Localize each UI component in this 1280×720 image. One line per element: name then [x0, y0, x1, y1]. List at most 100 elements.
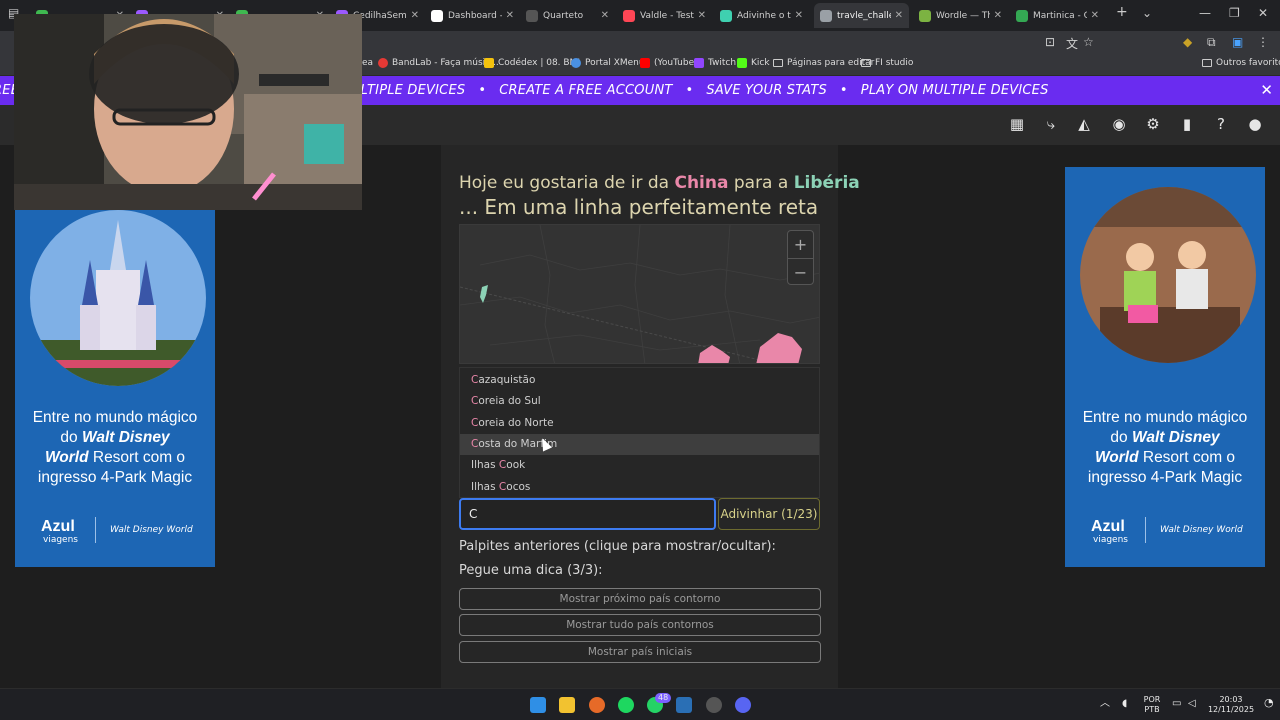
suggestion-item[interactable]: Cazaquistão [460, 370, 819, 391]
bookmark-item[interactable]: Codédex | 08. BMI [484, 58, 580, 68]
tab-close-icon[interactable]: ✕ [994, 10, 1002, 21]
bookmark-folder[interactable]: FI studio [861, 58, 913, 68]
map-zoom-control: + − [787, 230, 814, 285]
bookmark-item[interactable]: BandLab - Faça músic... [378, 58, 499, 68]
volume-icon[interactable]: ◁ [1188, 699, 1196, 709]
graduation-cap-icon[interactable]: ◭ [1075, 115, 1093, 133]
browser-tab[interactable]: Martinica - Goog ✕ [1010, 3, 1105, 28]
azul-logo: Azul [41, 518, 75, 535]
menu-icon[interactable]: ⋮ [1257, 35, 1269, 49]
codedex-icon [484, 58, 494, 68]
browser-tab[interactable]: Dashboard - Live ✕ [425, 3, 520, 28]
bookmark-item[interactable]: Portal XMenu [571, 58, 645, 68]
previous-guesses-toggle[interactable]: Palpites anteriores (clique para mostrar… [459, 539, 776, 554]
stats-icon[interactable]: ▮ [1178, 115, 1196, 133]
file-explorer-icon[interactable] [559, 697, 575, 713]
folder-icon [861, 59, 871, 67]
guess-button[interactable]: Adivinhar (1/23) [718, 498, 820, 530]
bookmark-star-icon[interactable]: ☆ [1083, 35, 1094, 49]
steam-icon[interactable] [676, 697, 692, 713]
country-guess-input[interactable] [459, 498, 716, 530]
tab-close-icon[interactable]: ✕ [506, 10, 514, 21]
browser-tab[interactable]: Valdle - Test Your ✕ [617, 3, 712, 28]
game-map[interactable] [459, 224, 820, 364]
bookmark-item[interactable]: ea [362, 58, 373, 68]
china-shape [756, 333, 802, 363]
suggestion-item[interactable]: Ilhas Cocos [460, 477, 819, 497]
tab-list-chevron-icon[interactable]: ⌄ [1142, 6, 1152, 20]
screen: ▤ ✕✕✕CedilhaSem(✕Dashboard - Live✕Quarte… [0, 0, 1280, 720]
spotify-icon[interactable] [618, 697, 634, 713]
notification-bell-icon[interactable]: ◔ [1264, 697, 1274, 708]
clock[interactable]: 20:03 12/11/2025 [1206, 695, 1256, 715]
tab-close-icon[interactable]: ✕ [698, 10, 706, 21]
extension-icon[interactable]: ◆ [1183, 35, 1192, 49]
suggestion-item-highlighted[interactable]: Costa do Marfim [460, 434, 819, 455]
suggestion-item[interactable]: Ilhas Cook [460, 455, 819, 476]
ad-text: Entre no mundo mágico do Walt Disney Wor… [1082, 409, 1248, 486]
azul-logo-sub: viagens [43, 535, 78, 545]
map-svg [460, 225, 819, 363]
promo-close-icon[interactable]: ✕ [1260, 81, 1273, 99]
suggestion-item[interactable]: Coreia do Sul [460, 391, 819, 412]
route-icon[interactable]: ⤷ [1042, 115, 1060, 133]
portal-icon [571, 58, 581, 68]
zoom-out-button[interactable]: − [788, 258, 813, 285]
tab-label: Wordle — The N [936, 10, 990, 21]
browser-tab[interactable]: Wordle — The N ✕ [913, 3, 1008, 28]
maximize-icon[interactable]: ❐ [1229, 6, 1240, 20]
user-icon[interactable]: ● [1246, 115, 1264, 133]
hint-initials-button[interactable]: Mostrar país iniciais [459, 641, 821, 663]
azul-logo-sub: viagens [1093, 535, 1128, 545]
folder-icon [773, 59, 783, 67]
tab-close-icon[interactable]: ✕ [795, 10, 803, 21]
zoom-in-button[interactable]: + [788, 231, 813, 258]
browser-tab[interactable]: Adivinhe o taman ✕ [714, 3, 809, 28]
right-ad-banner[interactable]: Entre no mundo mágico do Walt Disney Wor… [1065, 167, 1265, 567]
bookmark-item[interactable]: Kick [737, 58, 770, 68]
tab-close-icon[interactable]: ✕ [1091, 10, 1099, 21]
bookmark-item[interactable]: Twitch [694, 58, 736, 68]
microphone-icon[interactable]: ◖ [1122, 699, 1127, 709]
other-bookmarks-folder[interactable]: Outros favoritos [1202, 58, 1280, 68]
game-prompt-line2: ... Em uma linha perfeitamente reta [459, 195, 819, 219]
network-icon[interactable]: ▭ [1172, 699, 1181, 709]
tab-close-icon[interactable]: ✕ [601, 10, 609, 21]
promo-separator: • [465, 83, 500, 98]
promo-separator: • [826, 83, 861, 98]
gamepad-icon[interactable]: ◉ [1110, 115, 1128, 133]
promo-item: PLAY ON MULTIPLE DEVICES [860, 83, 1049, 98]
prompt-text: Hoje eu gostaria de ir da [459, 173, 670, 193]
castle-image [30, 210, 206, 386]
tab-favicon-icon [1016, 9, 1028, 22]
webcam-overlay [14, 14, 362, 210]
bookmark-item[interactable]: (YouTube [640, 58, 694, 68]
browser-tab[interactable]: Quarteto ✕ [520, 3, 615, 28]
extensions-puzzle-icon[interactable]: ⧉ [1207, 35, 1216, 50]
autocomplete-dropdown: Cazaquistão Coreia do Sul Coreia do Nort… [459, 367, 820, 498]
new-tab-icon[interactable]: + [1116, 4, 1128, 20]
firefox-icon[interactable] [589, 697, 605, 713]
gear-icon[interactable]: ⚙ [1144, 115, 1162, 133]
tray-chevron-icon[interactable]: ︿ [1100, 699, 1110, 709]
minimize-icon[interactable]: — [1199, 6, 1211, 20]
language-indicator[interactable]: POR PTB [1138, 695, 1166, 715]
close-window-icon[interactable]: ✕ [1258, 6, 1268, 20]
tab-favicon-icon [919, 9, 931, 22]
suggestion-item[interactable]: Coreia do Norte [460, 413, 819, 434]
tab-close-icon[interactable]: ✕ [895, 10, 903, 21]
calendar-icon[interactable]: ▦ [1008, 115, 1026, 133]
discord-icon[interactable] [735, 697, 751, 713]
tab-close-icon[interactable]: ✕ [411, 10, 419, 21]
help-icon[interactable]: ? [1212, 115, 1230, 133]
browser-tab[interactable]: travle_challenge ✕ [814, 3, 909, 28]
translate-icon[interactable]: 文 [1066, 35, 1078, 52]
profile-icon[interactable]: ▣ [1232, 35, 1243, 49]
chrome-icon[interactable] [706, 697, 722, 713]
left-ad-banner[interactable]: Entre no mundo mágico do Walt Disney Wor… [15, 210, 215, 567]
install-app-icon[interactable]: ⊡ [1045, 35, 1055, 49]
bookmark-folder[interactable]: Páginas para editar [773, 58, 874, 68]
start-icon[interactable] [530, 697, 546, 713]
hint-all-borders-button[interactable]: Mostrar tudo país contornos [459, 614, 821, 636]
hint-next-border-button[interactable]: Mostrar próximo país contorno [459, 588, 821, 610]
